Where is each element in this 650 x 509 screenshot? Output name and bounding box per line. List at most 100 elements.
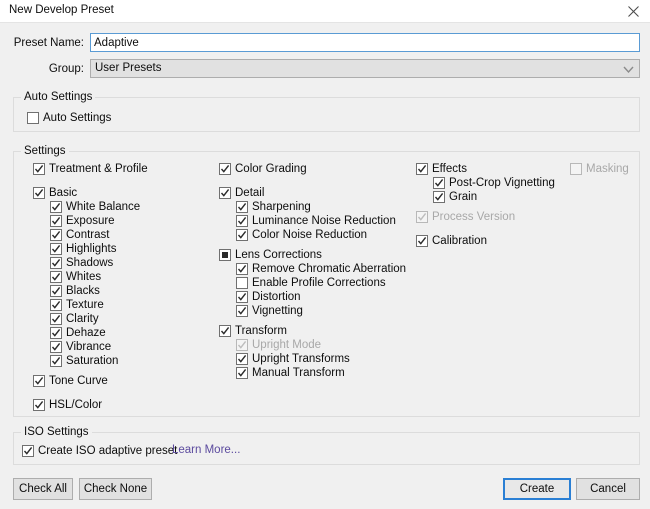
checkbox-indicator [236, 339, 248, 351]
cancel-button[interactable]: Cancel [576, 478, 640, 500]
checkbox-label: Effects [432, 163, 467, 175]
checkbox-whites[interactable]: Whites [50, 270, 101, 284]
checkbox-label: Vibrance [66, 341, 111, 353]
checkbox-label: Detail [235, 187, 264, 199]
checkbox-tone-curve[interactable]: Tone Curve [33, 374, 108, 388]
checkbox-lens-corrections[interactable]: Lens Corrections [219, 248, 322, 262]
checkbox-process-version: Process Version [416, 210, 515, 224]
checkbox-indicator [50, 229, 62, 241]
checkbox-treatment-profile[interactable]: Treatment & Profile [33, 162, 148, 176]
checkbox-vignetting[interactable]: Vignetting [236, 304, 303, 318]
checkbox-manual-transform[interactable]: Manual Transform [236, 366, 345, 380]
checkbox-post-crop-vignetting[interactable]: Post-Crop Vignetting [433, 176, 555, 190]
checkbox-indicator [236, 215, 248, 227]
checkbox-label: Blacks [66, 285, 100, 297]
checkbox-indicator [219, 187, 231, 199]
checkbox-upright-transforms[interactable]: Upright Transforms [236, 352, 350, 366]
checkbox-shadows[interactable]: Shadows [50, 256, 113, 270]
checkbox-label: White Balance [66, 201, 140, 213]
checkbox-label: Saturation [66, 355, 118, 367]
checkbox-label: Remove Chromatic Aberration [252, 263, 406, 275]
checkbox-label: Contrast [66, 229, 109, 241]
checkbox-indicator [570, 163, 582, 175]
group-label: Group: [0, 63, 84, 75]
checkbox-indicator [236, 263, 248, 275]
checkbox-effects[interactable]: Effects [416, 162, 467, 176]
checkbox-indicator [50, 327, 62, 339]
close-button[interactable] [616, 0, 650, 22]
checkbox-highlights[interactable]: Highlights [50, 242, 117, 256]
checkbox-luminance-noise-reduction[interactable]: Luminance Noise Reduction [236, 214, 396, 228]
group-select[interactable]: User Presets [90, 59, 640, 78]
learn-more-link[interactable]: Learn More... [172, 444, 240, 456]
checkbox-indicator [219, 325, 231, 337]
checkbox-vibrance[interactable]: Vibrance [50, 340, 111, 354]
check-none-button[interactable]: Check None [79, 478, 152, 500]
checkbox-label: Process Version [432, 211, 515, 223]
preset-name-input[interactable] [90, 33, 640, 52]
checkbox-indicator [27, 112, 39, 124]
checkbox-calibration[interactable]: Calibration [416, 234, 487, 248]
auto-settings-legend: Auto Settings [21, 91, 95, 103]
checkbox-sharpening[interactable]: Sharpening [236, 200, 311, 214]
checkbox-texture[interactable]: Texture [50, 298, 104, 312]
checkbox-label: Enable Profile Corrections [252, 277, 386, 289]
checkbox-label: Whites [66, 271, 101, 283]
checkbox-auto-settings[interactable]: Auto Settings [27, 111, 111, 125]
checkbox-create-iso-adaptive-preset[interactable]: Create ISO adaptive preset [22, 444, 177, 458]
checkbox-label: Highlights [66, 243, 117, 255]
checkbox-distortion[interactable]: Distortion [236, 290, 301, 304]
group-select-value: User Presets [95, 62, 161, 74]
checkbox-enable-profile-corrections[interactable]: Enable Profile Corrections [236, 276, 386, 290]
create-button[interactable]: Create [503, 478, 571, 500]
checkbox-label: Sharpening [252, 201, 311, 213]
checkbox-contrast[interactable]: Contrast [50, 228, 109, 242]
checkbox-indicator [416, 163, 428, 175]
checkbox-indicator [50, 257, 62, 269]
checkbox-indicator [416, 211, 428, 223]
checkbox-label: Dehaze [66, 327, 106, 339]
checkbox-indicator [50, 201, 62, 213]
checkbox-color-grading[interactable]: Color Grading [219, 162, 307, 176]
check-all-button[interactable]: Check All [13, 478, 73, 500]
chevron-down-icon [623, 65, 634, 74]
checkbox-label: Shadows [66, 257, 113, 269]
checkbox-dehaze[interactable]: Dehaze [50, 326, 106, 340]
checkbox-label: Exposure [66, 215, 115, 227]
title-bar: New Develop Preset [0, 0, 650, 23]
checkbox-detail[interactable]: Detail [219, 186, 264, 200]
checkbox-label: HSL/Color [49, 399, 102, 411]
checkbox-indicator [50, 341, 62, 353]
checkbox-basic[interactable]: Basic [33, 186, 77, 200]
checkbox-indicator [50, 285, 62, 297]
checkbox-label: Calibration [432, 235, 487, 247]
checkbox-hsl-color[interactable]: HSL/Color [33, 398, 102, 412]
checkbox-clarity[interactable]: Clarity [50, 312, 99, 326]
checkbox-transform[interactable]: Transform [219, 324, 287, 338]
preset-name-label: Preset Name: [0, 37, 84, 49]
checkbox-white-balance[interactable]: White Balance [50, 200, 140, 214]
checkbox-label: Lens Corrections [235, 249, 322, 261]
checkbox-indicator [236, 277, 248, 289]
checkbox-label: Treatment & Profile [49, 163, 148, 175]
checkbox-indicator [33, 375, 45, 387]
checkbox-indicator [219, 249, 231, 261]
checkbox-blacks[interactable]: Blacks [50, 284, 100, 298]
checkbox-indicator [50, 299, 62, 311]
checkbox-indicator [50, 215, 62, 227]
checkbox-label: Grain [449, 191, 477, 203]
checkbox-indicator [236, 305, 248, 317]
checkbox-remove-chromatic-aberration[interactable]: Remove Chromatic Aberration [236, 262, 406, 276]
checkbox-indicator [219, 163, 231, 175]
checkbox-saturation[interactable]: Saturation [50, 354, 118, 368]
checkbox-label: Vignetting [252, 305, 303, 317]
checkbox-label: Color Grading [235, 163, 307, 175]
checkbox-exposure[interactable]: Exposure [50, 214, 115, 228]
checkbox-indicator [236, 367, 248, 379]
checkbox-label: Create ISO adaptive preset [38, 445, 177, 457]
checkbox-masking: Masking [570, 162, 629, 176]
close-icon [628, 6, 639, 17]
checkbox-grain[interactable]: Grain [433, 190, 477, 204]
checkbox-label: Post-Crop Vignetting [449, 177, 555, 189]
checkbox-color-noise-reduction[interactable]: Color Noise Reduction [236, 228, 367, 242]
